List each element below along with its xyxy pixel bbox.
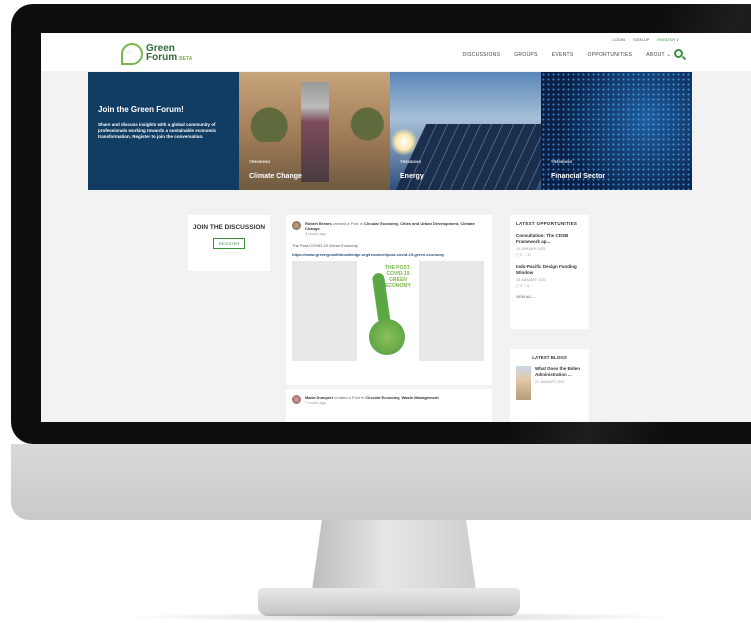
post-time: 3 hours ago: [305, 231, 327, 236]
opportunity-title[interactable]: Consultation: The CDSB Framework ap...: [516, 233, 583, 245]
blogs-title: LATEST BLOGS: [532, 355, 567, 360]
tile-tag: TRENDING: [400, 160, 422, 164]
feed-post: Maria Dumpert created a Post in Circular…: [286, 389, 492, 422]
latest-blogs-card: LATEST BLOGS What Does the Biden Adminis…: [510, 349, 589, 422]
nav-opportunities[interactable]: OPPORTUNITIES: [588, 52, 633, 58]
avatar[interactable]: [292, 221, 301, 230]
tile-title: Energy: [400, 173, 424, 180]
main-nav: DISCUSSIONS GROUPS EVENTS OPPORTUNITIES …: [462, 52, 671, 58]
monitor-screen: Green ForumBETA LOGIN SIGN UP ENGLISH ∨ …: [41, 33, 751, 422]
blog-item[interactable]: What Does the Biden Administration ... 2…: [516, 366, 583, 400]
monitor-chin: [11, 444, 751, 520]
site-header: Green ForumBETA LOGIN SIGN UP ENGLISH ∨ …: [41, 33, 751, 71]
nav-events[interactable]: EVENTS: [552, 52, 574, 58]
post-header: Maria Dumpert created a Post in Circular…: [292, 395, 486, 405]
link-preview[interactable]: THE POST- COVID-19 GREEN ECONOMY: [292, 261, 484, 361]
tile-financial-sector[interactable]: TRENDING Financial Sector: [541, 72, 692, 190]
logo-text: Green Forum BETA: [146, 44, 192, 64]
blog-date: 21 JANUARY 2021: [535, 380, 565, 384]
login-link[interactable]: LOGIN: [612, 37, 624, 42]
opportunity-date: 19 JANUARY 2021: [516, 247, 546, 251]
utility-nav: LOGIN SIGN UP ENGLISH ∨: [612, 37, 679, 42]
post-link[interactable]: https://www.greengrowthknowledge.org/res…: [292, 252, 486, 257]
join-discussion-card: JOIN THE DISCUSSION REGISTER: [188, 215, 270, 271]
nav-discussions[interactable]: DISCUSSIONS: [462, 52, 500, 58]
tile-tag: TRENDING: [551, 160, 573, 164]
post-action: created a Post in: [334, 395, 365, 400]
opportunities-title: LATEST OPPORTUNITIES: [516, 221, 578, 226]
opportunity-counts: ▢ 0 ♡ 31: [516, 253, 532, 257]
tile-title: Climate Change: [249, 173, 302, 180]
opportunity-title[interactable]: Indo-Pacific Design Funding Window: [516, 264, 583, 276]
person-carrying-water-image: [301, 82, 329, 182]
monitor-mockup: Green ForumBETA LOGIN SIGN UP ENGLISH ∨ …: [0, 0, 751, 623]
latest-opportunities-card: LATEST OPPORTUNITIES Consultation: The C…: [510, 215, 589, 329]
poster-text: THE POST- COVID-19 GREEN ECONOMY: [384, 265, 412, 289]
logo-line2: Forum BETA: [146, 52, 193, 63]
signup-link[interactable]: SIGN UP: [633, 37, 649, 42]
speech-bubble-logo-icon: [121, 43, 143, 65]
search-icon[interactable]: [674, 49, 683, 58]
post-time: 7 hours ago: [305, 400, 327, 405]
join-discussion-title: JOIN THE DISCUSSION: [192, 224, 266, 231]
opportunity-counts: ▢ 0 ♡ 8: [516, 284, 530, 288]
feed-post: Robert Brears created a Post in Circular…: [286, 215, 492, 385]
join-title: Join the Green Forum!: [98, 105, 184, 114]
post-meta: Maria Dumpert created a Post in Circular…: [305, 395, 475, 405]
post-header: Robert Brears created a Post in Circular…: [292, 221, 486, 236]
nav-about[interactable]: ABOUT ⌄: [646, 52, 671, 58]
site-logo[interactable]: Green ForumBETA: [121, 43, 192, 65]
hero-banner: Join the Green Forum! Share and discuss …: [88, 72, 692, 190]
view-all-link[interactable]: VIEW ALL →: [516, 295, 583, 299]
blog-author-photo: [516, 366, 532, 400]
blog-title[interactable]: What Does the Biden Administration ...: [535, 366, 583, 378]
join-text: Share and discuss insights with a global…: [98, 122, 217, 139]
avatar[interactable]: [292, 395, 301, 404]
post-meta: Robert Brears created a Post in Circular…: [305, 221, 475, 236]
nav-groups[interactable]: GROUPS: [514, 52, 537, 58]
opportunity-date: 18 JANUARY 2021: [516, 278, 546, 282]
post-topics[interactable]: Circular Economy, Waste Management: [365, 395, 438, 400]
language-select[interactable]: ENGLISH ∨: [657, 37, 679, 42]
join-panel: Join the Green Forum! Share and discuss …: [88, 72, 239, 190]
tile-title: Financial Sector: [551, 173, 606, 180]
post-action: created a Post in: [332, 221, 363, 226]
poster-image: THE POST- COVID-19 GREEN ECONOMY: [357, 261, 419, 361]
tile-climate-change[interactable]: TRENDING Climate Change: [239, 72, 390, 190]
tile-energy[interactable]: TRENDING Energy: [390, 72, 541, 190]
base-shadow: [120, 612, 680, 622]
tile-tag: TRENDING: [249, 160, 271, 164]
monitor-stand: [312, 520, 476, 590]
post-text: The Post-COVID-19 Green Economy: [292, 243, 358, 248]
beta-badge: BETA: [179, 56, 193, 62]
register-button[interactable]: REGISTER: [212, 238, 246, 249]
globe-icon: [369, 319, 405, 355]
